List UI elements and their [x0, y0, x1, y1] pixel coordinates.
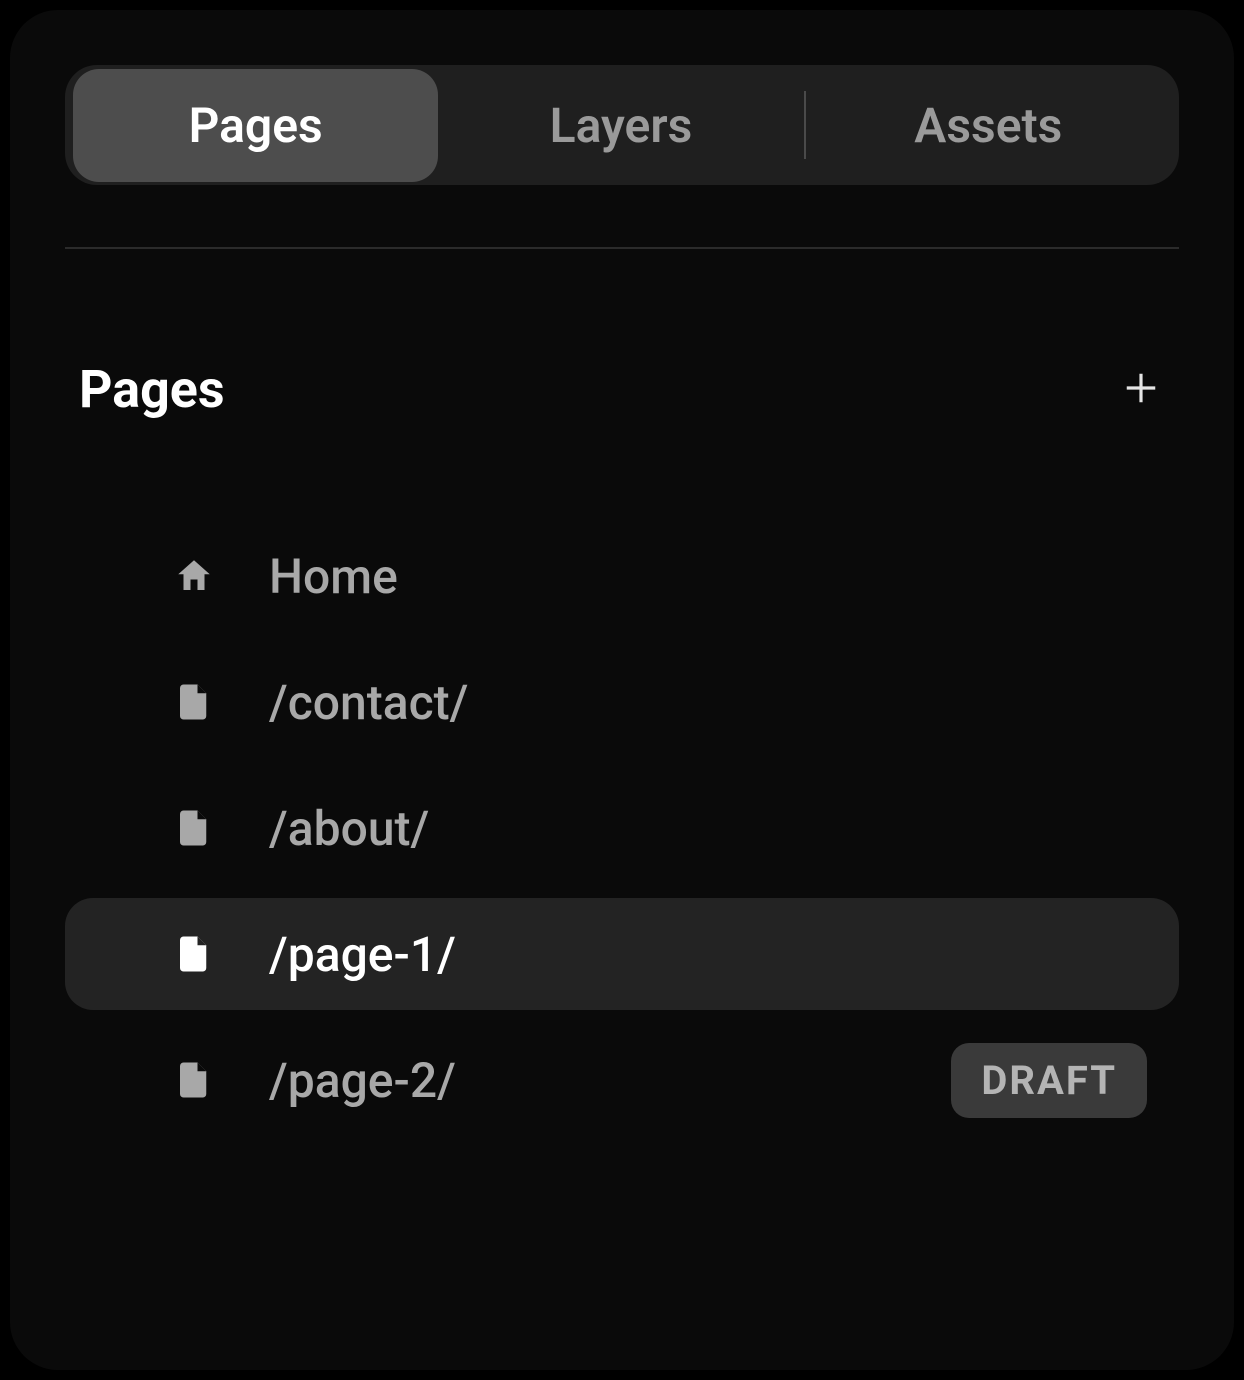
page-item-contact[interactable]: /contact/ [65, 646, 1179, 758]
tab-pages[interactable]: Pages [73, 69, 438, 182]
page-item-label: /page-1/ [269, 926, 1147, 983]
tab-layers[interactable]: Layers [438, 69, 803, 182]
page-item-page-1[interactable]: /page-1/ [65, 898, 1179, 1010]
page-item-page-2[interactable]: /page-2/ DRAFT [65, 1024, 1179, 1136]
file-icon [173, 933, 215, 975]
page-item-label: /about/ [269, 800, 1147, 857]
page-list: Home /contact/ /about/ [65, 520, 1179, 1136]
page-item-about[interactable]: /about/ [65, 772, 1179, 884]
section-title: Pages [79, 359, 225, 420]
file-icon [173, 681, 215, 723]
page-item-home[interactable]: Home [65, 520, 1179, 632]
file-icon [173, 807, 215, 849]
plus-icon [1122, 369, 1160, 411]
add-page-button[interactable] [1117, 366, 1165, 414]
page-item-label: /page-2/ [269, 1052, 951, 1109]
page-item-label: /contact/ [269, 674, 1147, 731]
status-badge: DRAFT [951, 1043, 1147, 1118]
home-icon [173, 555, 215, 597]
tab-bar: Pages Layers Assets [65, 65, 1179, 185]
separator [65, 247, 1179, 249]
page-item-label: Home [269, 548, 1147, 605]
file-icon [173, 1059, 215, 1101]
pages-section-header: Pages [65, 359, 1179, 420]
tab-assets[interactable]: Assets [806, 69, 1171, 182]
sidebar-panel: Pages Layers Assets Pages Home [10, 10, 1234, 1370]
